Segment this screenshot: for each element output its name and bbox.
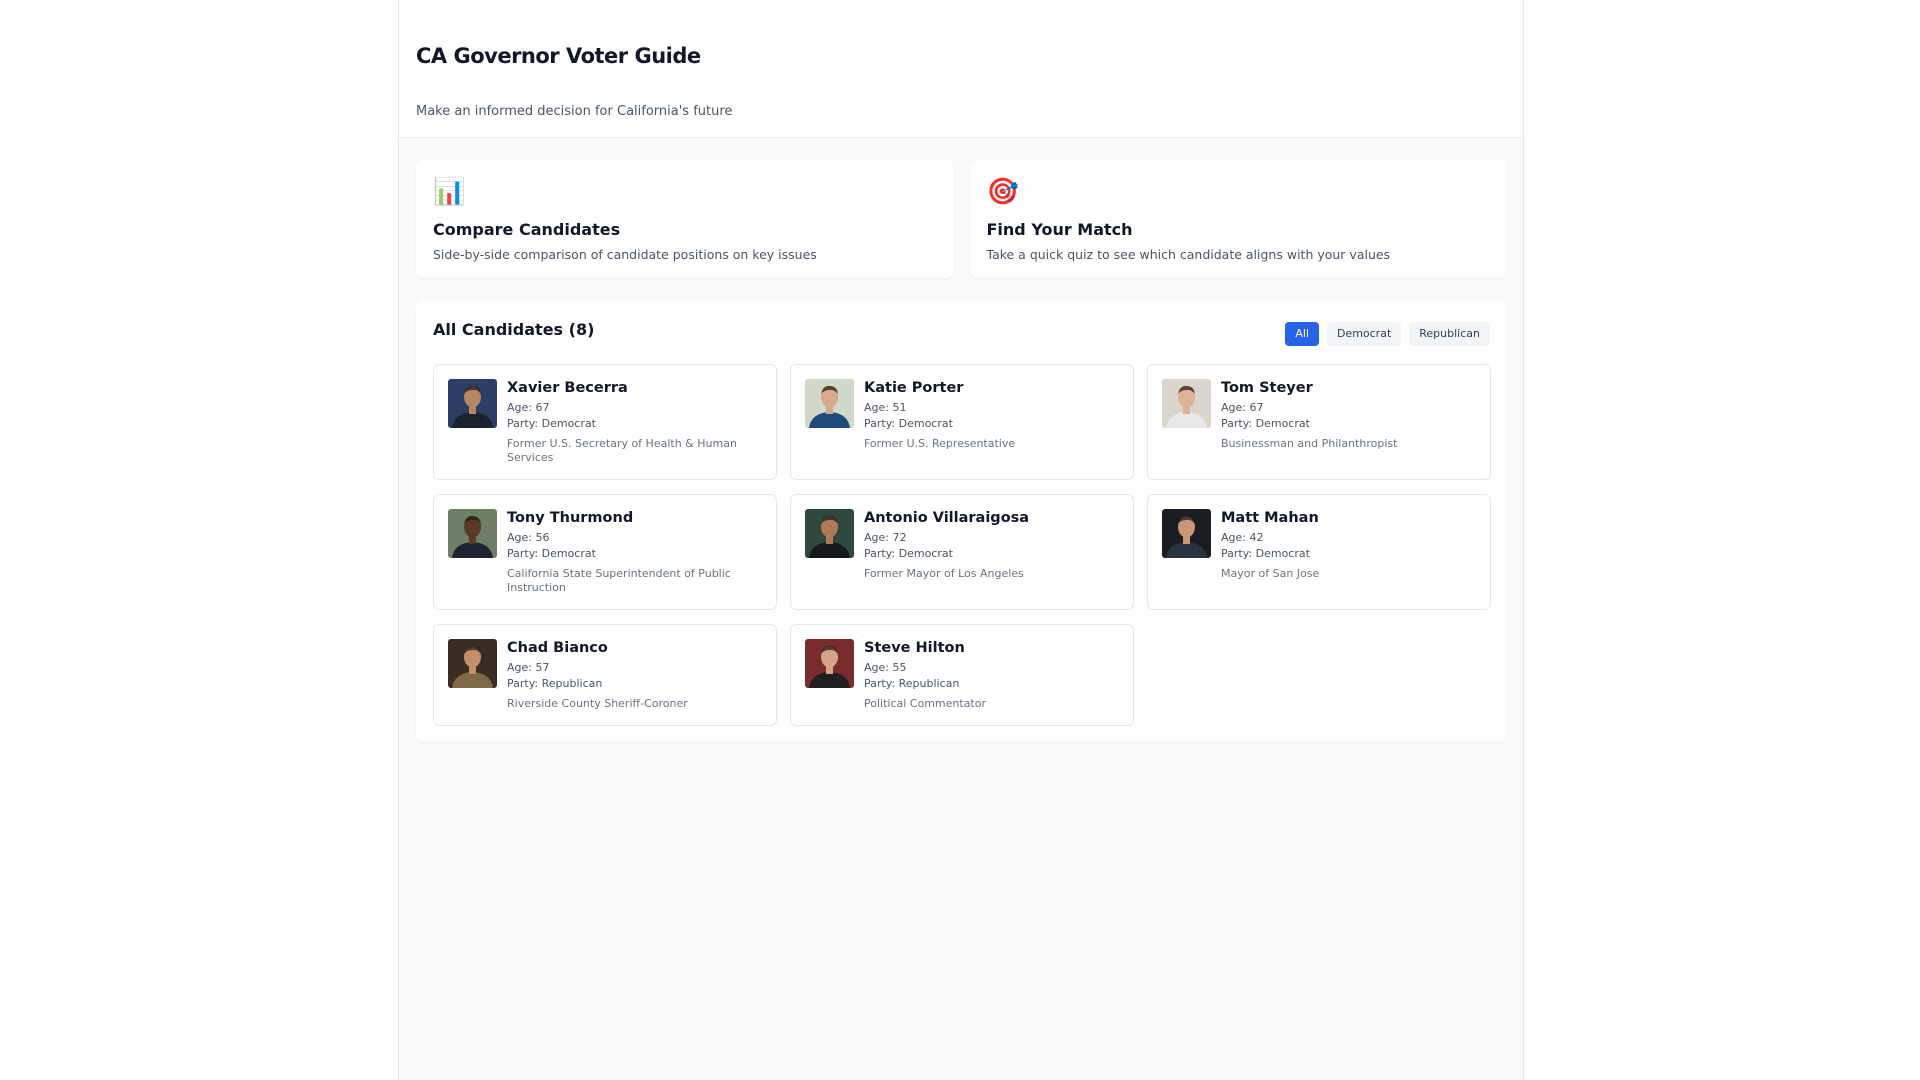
filter-republican-button[interactable]: Republican [1409, 322, 1490, 346]
candidate-grid: Xavier Becerra Age: 67 Party: Democrat F… [433, 364, 1491, 726]
filter-all-button[interactable]: All [1285, 322, 1319, 346]
candidate-name: Tom Steyer [1221, 380, 1313, 396]
candidate-party: Party: Democrat [864, 547, 953, 560]
candidate-photo [448, 379, 497, 428]
candidate-name: Chad Bianco [507, 640, 608, 656]
candidate-age: Age: 56 [507, 531, 550, 544]
candidate-role: California State Superintendent of Publi… [507, 567, 731, 594]
candidate-card[interactable]: Antonio Villaraigosa Age: 72 Party: Demo… [790, 494, 1134, 610]
candidate-name: Matt Mahan [1221, 510, 1319, 526]
candidate-age: Age: 72 [864, 531, 907, 544]
candidate-role: Political Commentator [864, 697, 986, 710]
find-your-match-card[interactable]: 🎯 Find Your Match Take a quick quiz to s… [969, 160, 1507, 278]
candidate-age: Age: 42 [1221, 531, 1264, 544]
candidate-card[interactable]: Tony Thurmond Age: 56 Party: Democrat Ca… [433, 494, 777, 610]
candidate-name: Xavier Becerra [507, 380, 628, 396]
candidates-panel: All Candidates (8) All Democrat Republic… [416, 300, 1507, 742]
page-title: CA Governor Voter Guide [416, 44, 701, 68]
candidate-party: Party: Republican [864, 677, 960, 690]
feature-description: Side-by-side comparison of candidate pos… [433, 247, 817, 262]
feature-title: Find Your Match [986, 220, 1133, 239]
candidate-role: Riverside County Sheriff-Coroner [507, 697, 688, 710]
candidate-party: Party: Democrat [1221, 417, 1310, 430]
candidate-card[interactable]: Xavier Becerra Age: 67 Party: Democrat F… [433, 364, 777, 480]
feature-cards: 📊 Compare Candidates Side-by-side compar… [416, 160, 1507, 278]
candidate-photo [1162, 379, 1211, 428]
candidates-heading: All Candidates (8) [433, 320, 595, 339]
candidate-party: Party: Democrat [864, 417, 953, 430]
candidate-photo [448, 639, 497, 688]
candidate-photo [805, 379, 854, 428]
page-header: CA Governor Voter Guide Make an informed… [399, 0, 1523, 138]
candidate-party: Party: Democrat [1221, 547, 1310, 560]
candidate-name: Antonio Villaraigosa [864, 510, 1030, 526]
candidate-card[interactable]: Katie Porter Age: 51 Party: Democrat For… [790, 364, 1134, 480]
candidate-photo [805, 639, 854, 688]
candidate-role: Former U.S. Representative [864, 437, 1016, 450]
candidate-card[interactable]: Tom Steyer Age: 67 Party: Democrat Busin… [1147, 364, 1491, 480]
candidate-photo [805, 509, 854, 558]
feature-title: Compare Candidates [433, 220, 621, 239]
filter-democrat-button[interactable]: Democrat [1326, 322, 1402, 346]
candidate-role: Businessman and Philanthropist [1221, 437, 1398, 450]
feature-description: Take a quick quiz to see which candidate… [986, 247, 1391, 262]
candidate-photo [448, 509, 497, 558]
candidate-age: Age: 67 [507, 401, 550, 414]
target-icon: 🎯 [986, 177, 1019, 207]
candidate-age: Age: 51 [864, 401, 907, 414]
candidate-party: Party: Democrat [507, 417, 596, 430]
candidate-photo [1162, 509, 1211, 558]
candidate-name: Tony Thurmond [507, 510, 634, 526]
candidate-age: Age: 57 [507, 661, 550, 674]
candidate-party: Party: Republican [507, 677, 603, 690]
candidate-card[interactable]: Steve Hilton Age: 55 Party: Republican P… [790, 624, 1134, 726]
page-subtitle: Make an informed decision for California… [416, 104, 733, 119]
candidate-name: Katie Porter [864, 380, 964, 396]
candidate-role: Former U.S. Secretary of Health & Human … [507, 437, 737, 464]
candidate-age: Age: 55 [864, 661, 907, 674]
app-shell: CA Governor Voter Guide Make an informed… [398, 0, 1524, 1080]
bar-chart-icon: 📊 [433, 177, 466, 207]
candidate-name: Steve Hilton [864, 640, 965, 656]
candidate-card[interactable]: Chad Bianco Age: 57 Party: Republican Ri… [433, 624, 777, 726]
candidate-role: Mayor of San Jose [1221, 567, 1320, 580]
candidate-role: Former Mayor of Los Angeles [864, 567, 1024, 580]
candidate-card[interactable]: Matt Mahan Age: 42 Party: Democrat Mayor… [1147, 494, 1491, 610]
compare-candidates-card[interactable]: 📊 Compare Candidates Side-by-side compar… [416, 160, 954, 278]
party-filters: All Democrat Republican [1285, 322, 1490, 346]
candidate-age: Age: 67 [1221, 401, 1264, 414]
candidate-party: Party: Democrat [507, 547, 596, 560]
